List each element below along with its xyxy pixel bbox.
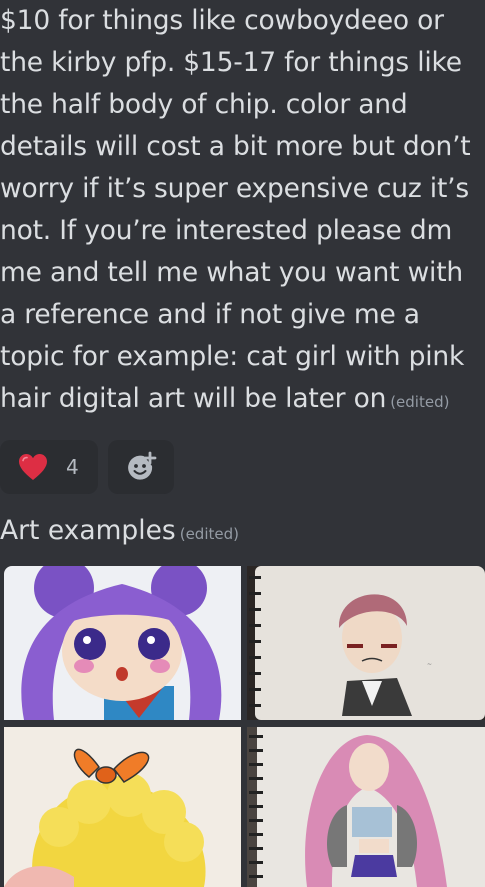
- art-examples-title: Art examples: [0, 515, 176, 546]
- gallery-image-chibi[interactable]: [4, 566, 241, 720]
- message-line: a reference and if not give me a: [0, 299, 420, 330]
- message-line: the kirby pfp. $15-17 for things like: [0, 47, 462, 78]
- gallery-image-bow-character[interactable]: [4, 727, 241, 887]
- message-line: not. If you’re interested please dm: [0, 215, 453, 246]
- heart-icon: [19, 454, 47, 480]
- svg-text:~: ~: [427, 661, 432, 668]
- message-line: worry if it’s super expensive cuz it’s: [0, 173, 469, 204]
- message-line: the half body of chip. color and: [0, 89, 408, 120]
- message-line: details will cost a bit more but don’t: [0, 131, 471, 162]
- message-line-text: hair digital art will be later on: [0, 383, 387, 414]
- message-content: $10 for things like cowboydeeo or the ki…: [0, 0, 485, 420]
- add-reaction-button[interactable]: [108, 440, 174, 494]
- edited-indicator: (edited): [390, 393, 450, 411]
- message-line: topic for example: cat girl with pink: [0, 341, 465, 372]
- gallery-image-boy-sketch[interactable]: ~: [247, 566, 485, 720]
- art-examples-heading: Art examples (edited): [0, 510, 239, 555]
- message-line: $10 for things like cowboydeeo or: [0, 5, 444, 36]
- edited-indicator: (edited): [179, 525, 239, 543]
- message-line-last: hair digital art will be later on (edited…: [0, 378, 485, 420]
- image-gallery: ~: [0, 564, 485, 887]
- reactions-bar: 4: [0, 440, 174, 494]
- message-line: me and tell me what you want with: [0, 257, 463, 288]
- gallery-image-pink-hair-sketch[interactable]: [247, 727, 485, 887]
- heart-reaction-button[interactable]: 4: [0, 440, 98, 494]
- add-reaction-icon: [128, 451, 157, 480]
- reaction-count: 4: [66, 455, 79, 479]
